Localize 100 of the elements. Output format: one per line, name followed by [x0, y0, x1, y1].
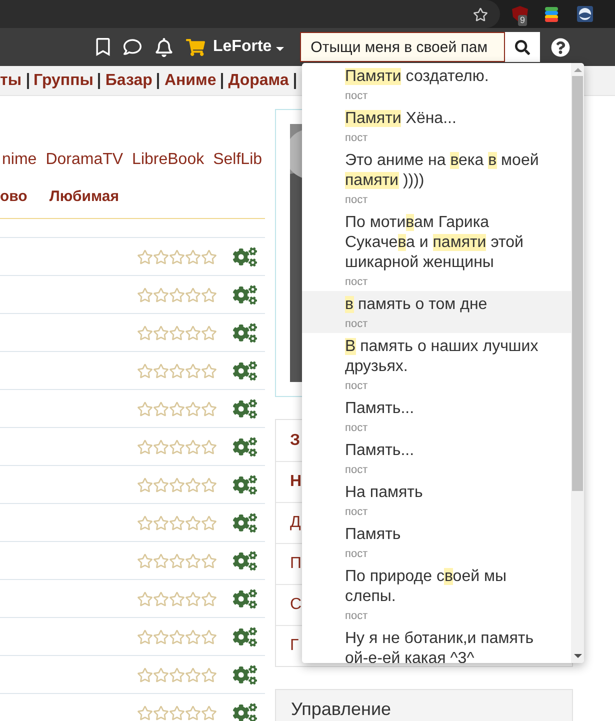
suggestion-text: Память... [345, 399, 416, 419]
star-icon [153, 514, 169, 530]
panel-title: Управление [291, 698, 392, 721]
star-icon [201, 628, 217, 644]
gears-icon[interactable] [233, 360, 257, 382]
suggestion-item[interactable]: в память о том дне пост [302, 291, 571, 333]
suggestion-type: пост [345, 463, 369, 478]
suggestion-text: На память [345, 483, 424, 503]
side-menu-item[interactable]: П [290, 552, 302, 576]
gears-icon[interactable] [233, 398, 257, 420]
star-icon [201, 438, 217, 454]
star-icon [137, 590, 153, 606]
star-rating[interactable] [137, 438, 217, 454]
bookmark-icon[interactable] [95, 38, 111, 56]
suggestion-item[interactable]: Памяти создателю. пост [302, 63, 571, 105]
star-rating[interactable] [137, 666, 217, 682]
star-icon [201, 324, 217, 340]
gears-icon[interactable] [233, 550, 257, 572]
star-icon [153, 324, 169, 340]
bell-icon[interactable] [155, 38, 173, 56]
site-link[interactable]: LibreBook [132, 148, 204, 172]
gears-icon[interactable] [233, 588, 257, 610]
star-icon [185, 514, 201, 530]
nav-link[interactable]: ты [0, 68, 22, 92]
star-rating[interactable] [137, 514, 217, 530]
side-menu-item[interactable]: Г [290, 634, 299, 658]
gears-icon[interactable] [233, 436, 257, 458]
suggestion-item[interactable]: Ну я не ботаник,и память ой-е-ей какая ^3^ [302, 625, 571, 663]
site-link[interactable]: nime [2, 148, 37, 172]
nav-link[interactable]: Группы [34, 68, 94, 92]
nav-link[interactable]: Аниме [164, 68, 216, 92]
side-menu-item[interactable]: Н [290, 470, 302, 494]
suggestion-type: пост [345, 379, 369, 394]
star-icon [201, 362, 217, 378]
star-icon [137, 514, 153, 530]
star-icon [169, 514, 185, 530]
gears-icon[interactable] [233, 246, 257, 268]
tab[interactable]: ово [0, 186, 28, 208]
star-rating[interactable] [137, 628, 217, 644]
star-rating[interactable] [137, 704, 217, 720]
star-rating[interactable] [137, 362, 217, 378]
star-icon [137, 552, 153, 568]
scrollbar[interactable] [571, 63, 584, 663]
star-rating[interactable] [137, 248, 217, 264]
site-link[interactable]: SelfLib [213, 148, 262, 172]
suggestion-text: Память... [345, 441, 416, 461]
star-icon [185, 248, 201, 264]
suggestion-text: Памяти Хёна... [345, 109, 458, 129]
star-rating[interactable] [137, 286, 217, 302]
star-icon [137, 362, 153, 378]
star-rating[interactable] [137, 476, 217, 492]
star-icon [169, 666, 185, 682]
star-icon [153, 286, 169, 302]
gears-icon[interactable] [233, 664, 257, 686]
star-icon [153, 362, 169, 378]
star-icon [169, 324, 185, 340]
star-icon [185, 666, 201, 682]
search-field[interactable]: Отыщи меня в своей пам [300, 32, 505, 62]
nav-link[interactable]: Базар [105, 68, 152, 92]
gears-icon[interactable] [233, 474, 257, 496]
stack-extension-icon[interactable] [545, 6, 558, 22]
side-menu-item[interactable]: С [290, 593, 302, 617]
gears-icon[interactable] [233, 702, 257, 721]
side-menu-item[interactable]: З [290, 428, 300, 452]
gears-icon[interactable] [233, 284, 257, 306]
help-icon[interactable] [550, 38, 570, 56]
star-icon [153, 476, 169, 492]
star-rating[interactable] [137, 400, 217, 416]
suggestion-text: По мотивам Гарика Сукачева и памяти этой шикарной женщины [345, 213, 524, 273]
cart-icon[interactable] [186, 38, 205, 56]
star-icon [153, 248, 169, 264]
star-rating[interactable] [137, 590, 217, 606]
caret-icon [276, 46, 284, 50]
gears-icon[interactable] [233, 512, 257, 534]
star-icon [185, 590, 201, 606]
nav-link[interactable]: Дорама [228, 68, 289, 92]
star-icon [185, 552, 201, 568]
star-rating[interactable] [137, 324, 217, 340]
star-icon [185, 324, 201, 340]
site-link[interactable]: DoramaTV [46, 148, 124, 172]
side-menu-item[interactable]: Д [290, 511, 301, 535]
star-icon [201, 400, 217, 416]
star-rating[interactable] [137, 552, 217, 568]
user-menu[interactable]: LeForte [213, 35, 284, 59]
star-icon [185, 438, 201, 454]
gears-icon[interactable] [233, 626, 257, 648]
tab[interactable]: Любимая [49, 186, 119, 208]
star-icon [153, 704, 169, 720]
star-icon [153, 590, 169, 606]
star-icon [137, 666, 153, 682]
gears-icon[interactable] [233, 322, 257, 344]
search-button[interactable] [504, 32, 540, 62]
star-icon [169, 552, 185, 568]
star-icon [137, 248, 153, 264]
star-icon [185, 628, 201, 644]
bookmark-star-icon[interactable] [473, 6, 488, 22]
suggestion-type: пост [345, 505, 369, 520]
chat-icon[interactable] [123, 38, 142, 56]
star-icon [137, 400, 153, 416]
circle-extension-icon[interactable] [577, 6, 593, 22]
